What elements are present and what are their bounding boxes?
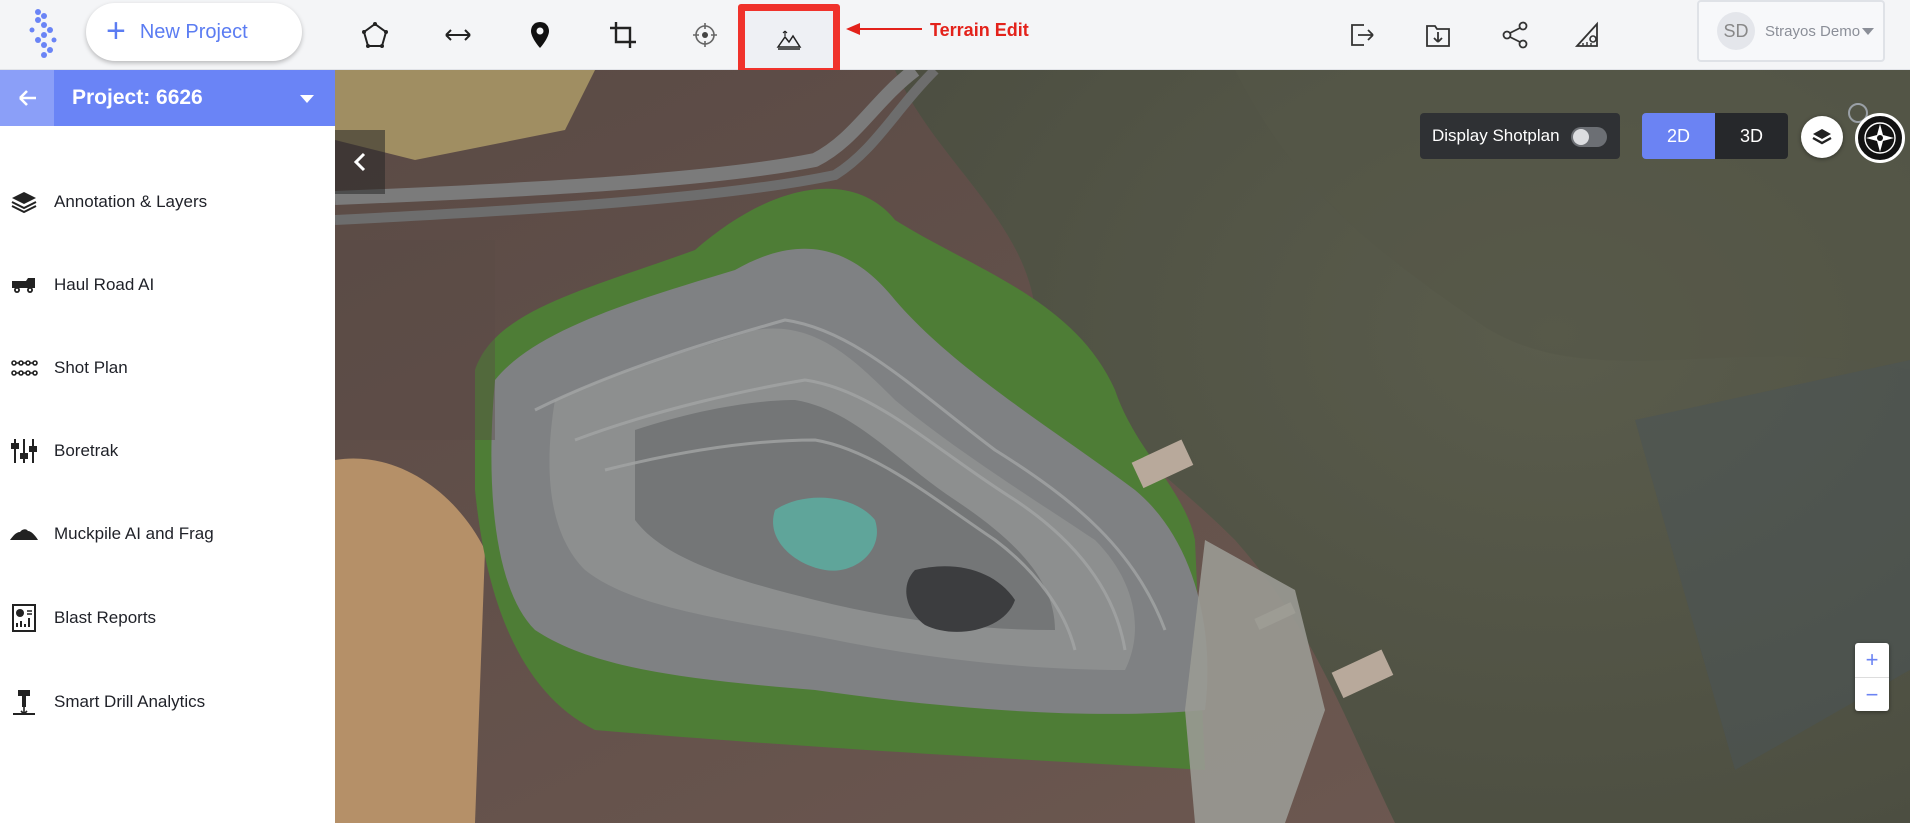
sidebar-item-boretrak[interactable]: Boretrak [0,423,335,479]
layers-toggle-button[interactable] [1801,116,1843,158]
sidebar-item-label: Annotation & Layers [54,192,208,211]
user-menu[interactable]: SD Strayos Demo [1697,0,1885,62]
polygon-tool-button[interactable] [350,10,400,60]
avatar: SD [1717,12,1755,50]
sidebar: Project: 6626 Annotation & Layers Haul R… [0,70,335,823]
chevron-left-icon [353,152,366,172]
download-tool-button[interactable] [1413,10,1463,60]
settings-tool-button[interactable] [1563,10,1613,60]
project-dropdown-icon[interactable] [300,95,314,103]
view-2d-button[interactable]: 2D [1642,113,1715,159]
collapse-sidebar-button[interactable] [335,130,385,194]
measure-tool-button[interactable] [433,10,483,60]
project-title: Project: 6626 [72,86,203,109]
sidebar-item-smart-drill[interactable]: Smart Drill Analytics [0,674,335,730]
export-icon [1351,24,1374,46]
sidebar-item-label: Blast Reports [54,608,157,627]
sidebar-item-label: Smart Drill Analytics [54,692,206,711]
map-view[interactable]: Display Shotplan 2D 3D + − [335,70,1910,823]
download-icon [1426,25,1450,47]
zoom-in-button[interactable]: + [1855,643,1889,677]
user-name: Strayos Demo [1765,22,1861,40]
terrain-edit-annotation: Terrain Edit [930,20,1029,40]
aerial-quarry-image [335,70,1910,823]
sidebar-item-shot-plan[interactable]: Shot Plan [0,340,335,396]
zoom-controls: + − [1855,643,1889,711]
crop-tool-button[interactable] [598,10,648,60]
new-project-label: New Project [139,20,248,43]
crosshair-icon [693,23,717,47]
strayos-logo[interactable] [24,6,64,60]
export-tool-button[interactable] [1336,10,1386,60]
sidebar-item-annotation-layers[interactable]: Annotation & Layers [0,174,335,230]
muckpile-icon [4,519,44,549]
new-project-button[interactable]: + New Project [86,3,302,61]
back-button[interactable] [0,70,54,126]
double-arrow-icon [445,29,471,41]
drill-icon [4,687,44,717]
sidebar-item-label: Boretrak [54,441,119,460]
shotplan-toggle[interactable] [1571,127,1607,147]
shot-plan-icon [4,353,44,383]
report-icon [4,603,44,633]
toggle-knob [1573,129,1589,145]
compass-button[interactable] [1855,113,1905,163]
sidebar-item-blast-reports[interactable]: Blast Reports [0,590,335,646]
display-shotplan-control: Display Shotplan [1420,113,1620,159]
zoom-out-button[interactable]: − [1855,677,1889,711]
sliders-icon [4,436,44,466]
sidebar-item-label: Haul Road AI [54,275,155,294]
plus-icon: + [106,11,126,50]
top-toolbar: + New Project Terrain Edit SD Strayos De… [0,0,1910,75]
annotation-arrow-icon [846,23,922,35]
view-3d-button[interactable]: 3D [1715,113,1788,159]
chevron-down-icon [1862,27,1875,35]
haul-truck-icon [4,270,44,300]
layers-icon [4,187,44,217]
share-tool-button[interactable] [1490,10,1540,60]
polygon-icon [362,22,388,48]
terrain-edit-tool-button[interactable] [738,4,840,75]
marker-tool-button[interactable] [515,10,565,60]
crop-icon [610,22,636,48]
project-header: Project: 6626 [0,70,335,126]
ruler-gear-icon [1574,21,1598,47]
share-icon [1502,21,1528,49]
sidebar-item-muckpile[interactable]: Muckpile AI and Frag [0,506,335,562]
arrow-left-icon [19,90,36,106]
sidebar-item-haul-road-ai[interactable]: Haul Road AI [0,257,335,313]
target-tool-button[interactable] [680,10,730,60]
sidebar-item-label: Shot Plan [54,358,128,377]
sidebar-item-label: Muckpile AI and Frag [54,524,214,543]
layers-icon [1812,129,1832,145]
display-shotplan-label: Display Shotplan [1432,126,1560,145]
terrain-edit-icon [776,30,802,50]
map-pin-icon [531,22,549,48]
compass-icon [1864,122,1896,154]
